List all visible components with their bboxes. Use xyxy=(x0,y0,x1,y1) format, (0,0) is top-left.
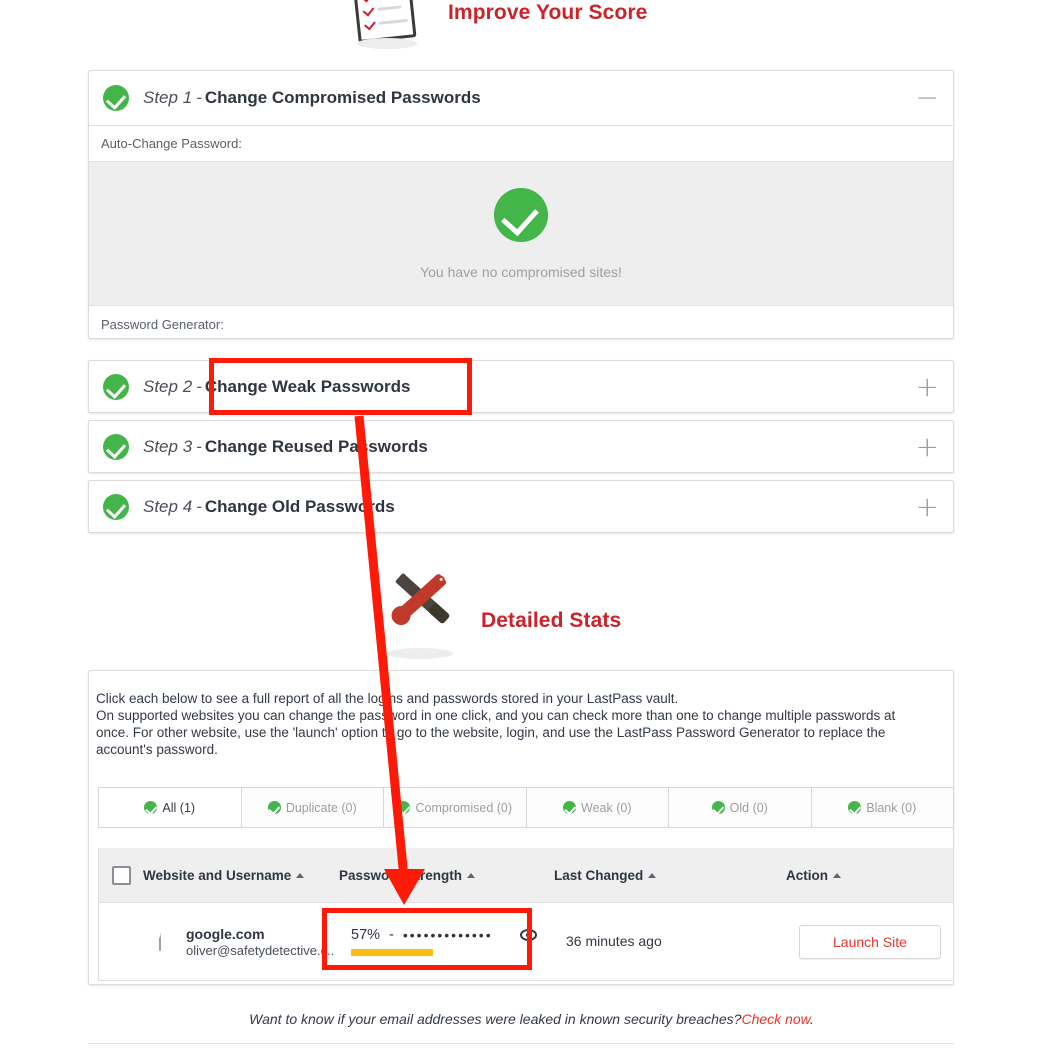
step-4-dash: - xyxy=(196,496,202,516)
step-1-title: Change Compromised Passwords xyxy=(204,88,481,107)
column-last-changed[interactable]: Last Changed xyxy=(554,868,786,883)
step-3-number: Step 3 xyxy=(143,436,193,456)
step-2-title: Change Weak Passwords xyxy=(204,376,411,396)
step-complete-icon xyxy=(103,433,129,460)
row-username: oliver@safetydetective.c.. xyxy=(186,942,335,958)
table-header: Website and Username Password Strength L… xyxy=(98,848,954,903)
improve-score-header: Improve Your Score xyxy=(0,0,1063,56)
password-strength-separator: - xyxy=(389,927,394,943)
description-line-4: account's password. xyxy=(96,742,218,757)
check-now-link[interactable]: Check now xyxy=(741,1011,809,1027)
compromised-empty-state: You have no compromised sites! xyxy=(89,161,953,306)
check-icon xyxy=(711,801,725,814)
select-all-checkbox[interactable] xyxy=(111,865,131,885)
tab-old-label: Old (0) xyxy=(729,800,768,815)
sort-ascending-icon xyxy=(467,872,476,878)
column-website-username-label: Website and Username xyxy=(143,867,292,883)
step-2-header[interactable]: Step 2 - Change Weak Passwords + xyxy=(89,361,953,412)
sort-ascending-icon xyxy=(296,872,305,878)
show-password-icon[interactable] xyxy=(519,929,537,941)
collapse-icon[interactable]: − xyxy=(916,84,939,112)
row-last-changed: 36 minutes ago xyxy=(566,932,662,949)
step-2-dash: - xyxy=(196,376,202,396)
breach-check-footnote: Want to know if your email addresses wer… xyxy=(0,1011,1063,1027)
step-complete-icon xyxy=(103,373,129,400)
footnote-period: . xyxy=(809,1011,814,1027)
check-icon xyxy=(144,801,158,814)
column-last-changed-label: Last Changed xyxy=(554,867,644,883)
column-action-label: Action xyxy=(786,867,828,883)
tab-all-label: All (1) xyxy=(162,800,196,815)
step-3-header[interactable]: Step 3 - Change Reused Passwords + xyxy=(89,421,953,472)
step-3-panel[interactable]: Step 3 - Change Reused Passwords + xyxy=(88,420,954,473)
description-line-3: once. For other website, use the 'launch… xyxy=(96,725,886,740)
password-strength-bar xyxy=(351,949,494,956)
step-4-title: Change Old Passwords xyxy=(204,496,395,516)
improve-score-page: Improve Your Score Step 1 - Change Compr… xyxy=(0,0,1063,1049)
step-1-dash: - xyxy=(196,88,202,107)
tab-compromised[interactable]: Compromised (0) xyxy=(384,787,527,828)
clipboard-icon-shadow xyxy=(357,38,417,49)
check-icon xyxy=(267,801,281,814)
column-website-username[interactable]: Website and Username xyxy=(143,868,339,883)
launch-site-button[interactable]: Launch Site xyxy=(799,924,941,959)
document-icon xyxy=(159,931,161,951)
step-4-header[interactable]: Step 4 - Change Old Passwords + xyxy=(89,481,953,532)
tab-old[interactable]: Old (0) xyxy=(669,787,812,828)
tab-weak-label: Weak (0) xyxy=(581,800,632,815)
description-line-2: On supported websites you can change the… xyxy=(96,708,896,723)
password-generator-row[interactable]: Password Generator: xyxy=(89,306,953,342)
table-row[interactable]: google.com oliver@safetydetective.c.. 57… xyxy=(98,903,954,981)
column-password-strength[interactable]: Password Strength xyxy=(339,868,554,883)
success-check-icon xyxy=(494,187,548,242)
step-2-panel[interactable]: Step 2 - Change Weak Passwords + xyxy=(88,360,954,413)
tab-duplicate-label: Duplicate (0) xyxy=(285,800,357,815)
step-3-title: Change Reused Passwords xyxy=(204,436,428,456)
step-1-panel: Step 1 - Change Compromised Passwords − … xyxy=(88,70,954,339)
tab-weak[interactable]: Weak (0) xyxy=(526,787,669,828)
tab-compromised-label: Compromised (0) xyxy=(415,800,513,815)
expand-icon[interactable]: + xyxy=(916,372,939,401)
detailed-stats-title: Detailed Stats xyxy=(481,609,622,632)
step-1-header[interactable]: Step 1 - Change Compromised Passwords − xyxy=(89,71,953,125)
filter-tabs: All (1) Duplicate (0) Compromised (0) We… xyxy=(98,787,954,828)
check-icon xyxy=(848,801,862,814)
tools-icon-shadow xyxy=(387,648,453,659)
wrench-screwdriver-icon xyxy=(385,572,455,650)
masked-password: ••••••••••••• xyxy=(402,927,493,943)
detailed-stats-description: Click each below to see a full report of… xyxy=(96,690,946,758)
password-strength-percent: 57% xyxy=(351,927,381,943)
description-line-1: Click each below to see a full report of… xyxy=(96,691,679,706)
no-compromised-sites-message: You have no compromised sites! xyxy=(420,263,622,280)
step-complete-icon xyxy=(103,493,129,520)
password-strength-bar-fill xyxy=(351,949,433,956)
check-icon xyxy=(397,801,411,814)
auto-change-password-label: Auto-Change Password: xyxy=(101,136,242,151)
breach-check-text: Want to know if your email addresses wer… xyxy=(249,1011,742,1027)
expand-icon[interactable]: + xyxy=(916,492,939,521)
password-generator-label: Password Generator: xyxy=(101,316,224,332)
step-4-panel[interactable]: Step 4 - Change Old Passwords + xyxy=(88,480,954,533)
tabs-divider xyxy=(98,827,954,828)
step-2-number: Step 2 xyxy=(143,376,193,396)
tab-blank[interactable]: Blank (0) xyxy=(811,787,954,828)
step-4-number: Step 4 xyxy=(143,496,193,516)
step-3-dash: - xyxy=(196,436,202,456)
expand-icon[interactable]: + xyxy=(916,432,939,461)
sort-ascending-icon xyxy=(833,872,841,878)
step-complete-icon xyxy=(103,85,129,111)
sort-ascending-icon xyxy=(648,872,657,878)
auto-change-password-row: Auto-Change Password: xyxy=(89,125,953,161)
step-1-number: Step 1 xyxy=(143,88,193,107)
tab-all[interactable]: All (1) xyxy=(98,787,242,828)
footer-divider xyxy=(88,1043,954,1044)
column-password-strength-label: Password Strength xyxy=(339,867,463,883)
improve-score-title: Improve Your Score xyxy=(448,1,648,24)
tab-blank-label: Blank (0) xyxy=(866,800,917,815)
tab-duplicate[interactable]: Duplicate (0) xyxy=(241,787,384,828)
row-website: google.com xyxy=(186,925,265,942)
check-icon xyxy=(563,801,576,814)
column-action[interactable]: Action xyxy=(786,868,841,883)
